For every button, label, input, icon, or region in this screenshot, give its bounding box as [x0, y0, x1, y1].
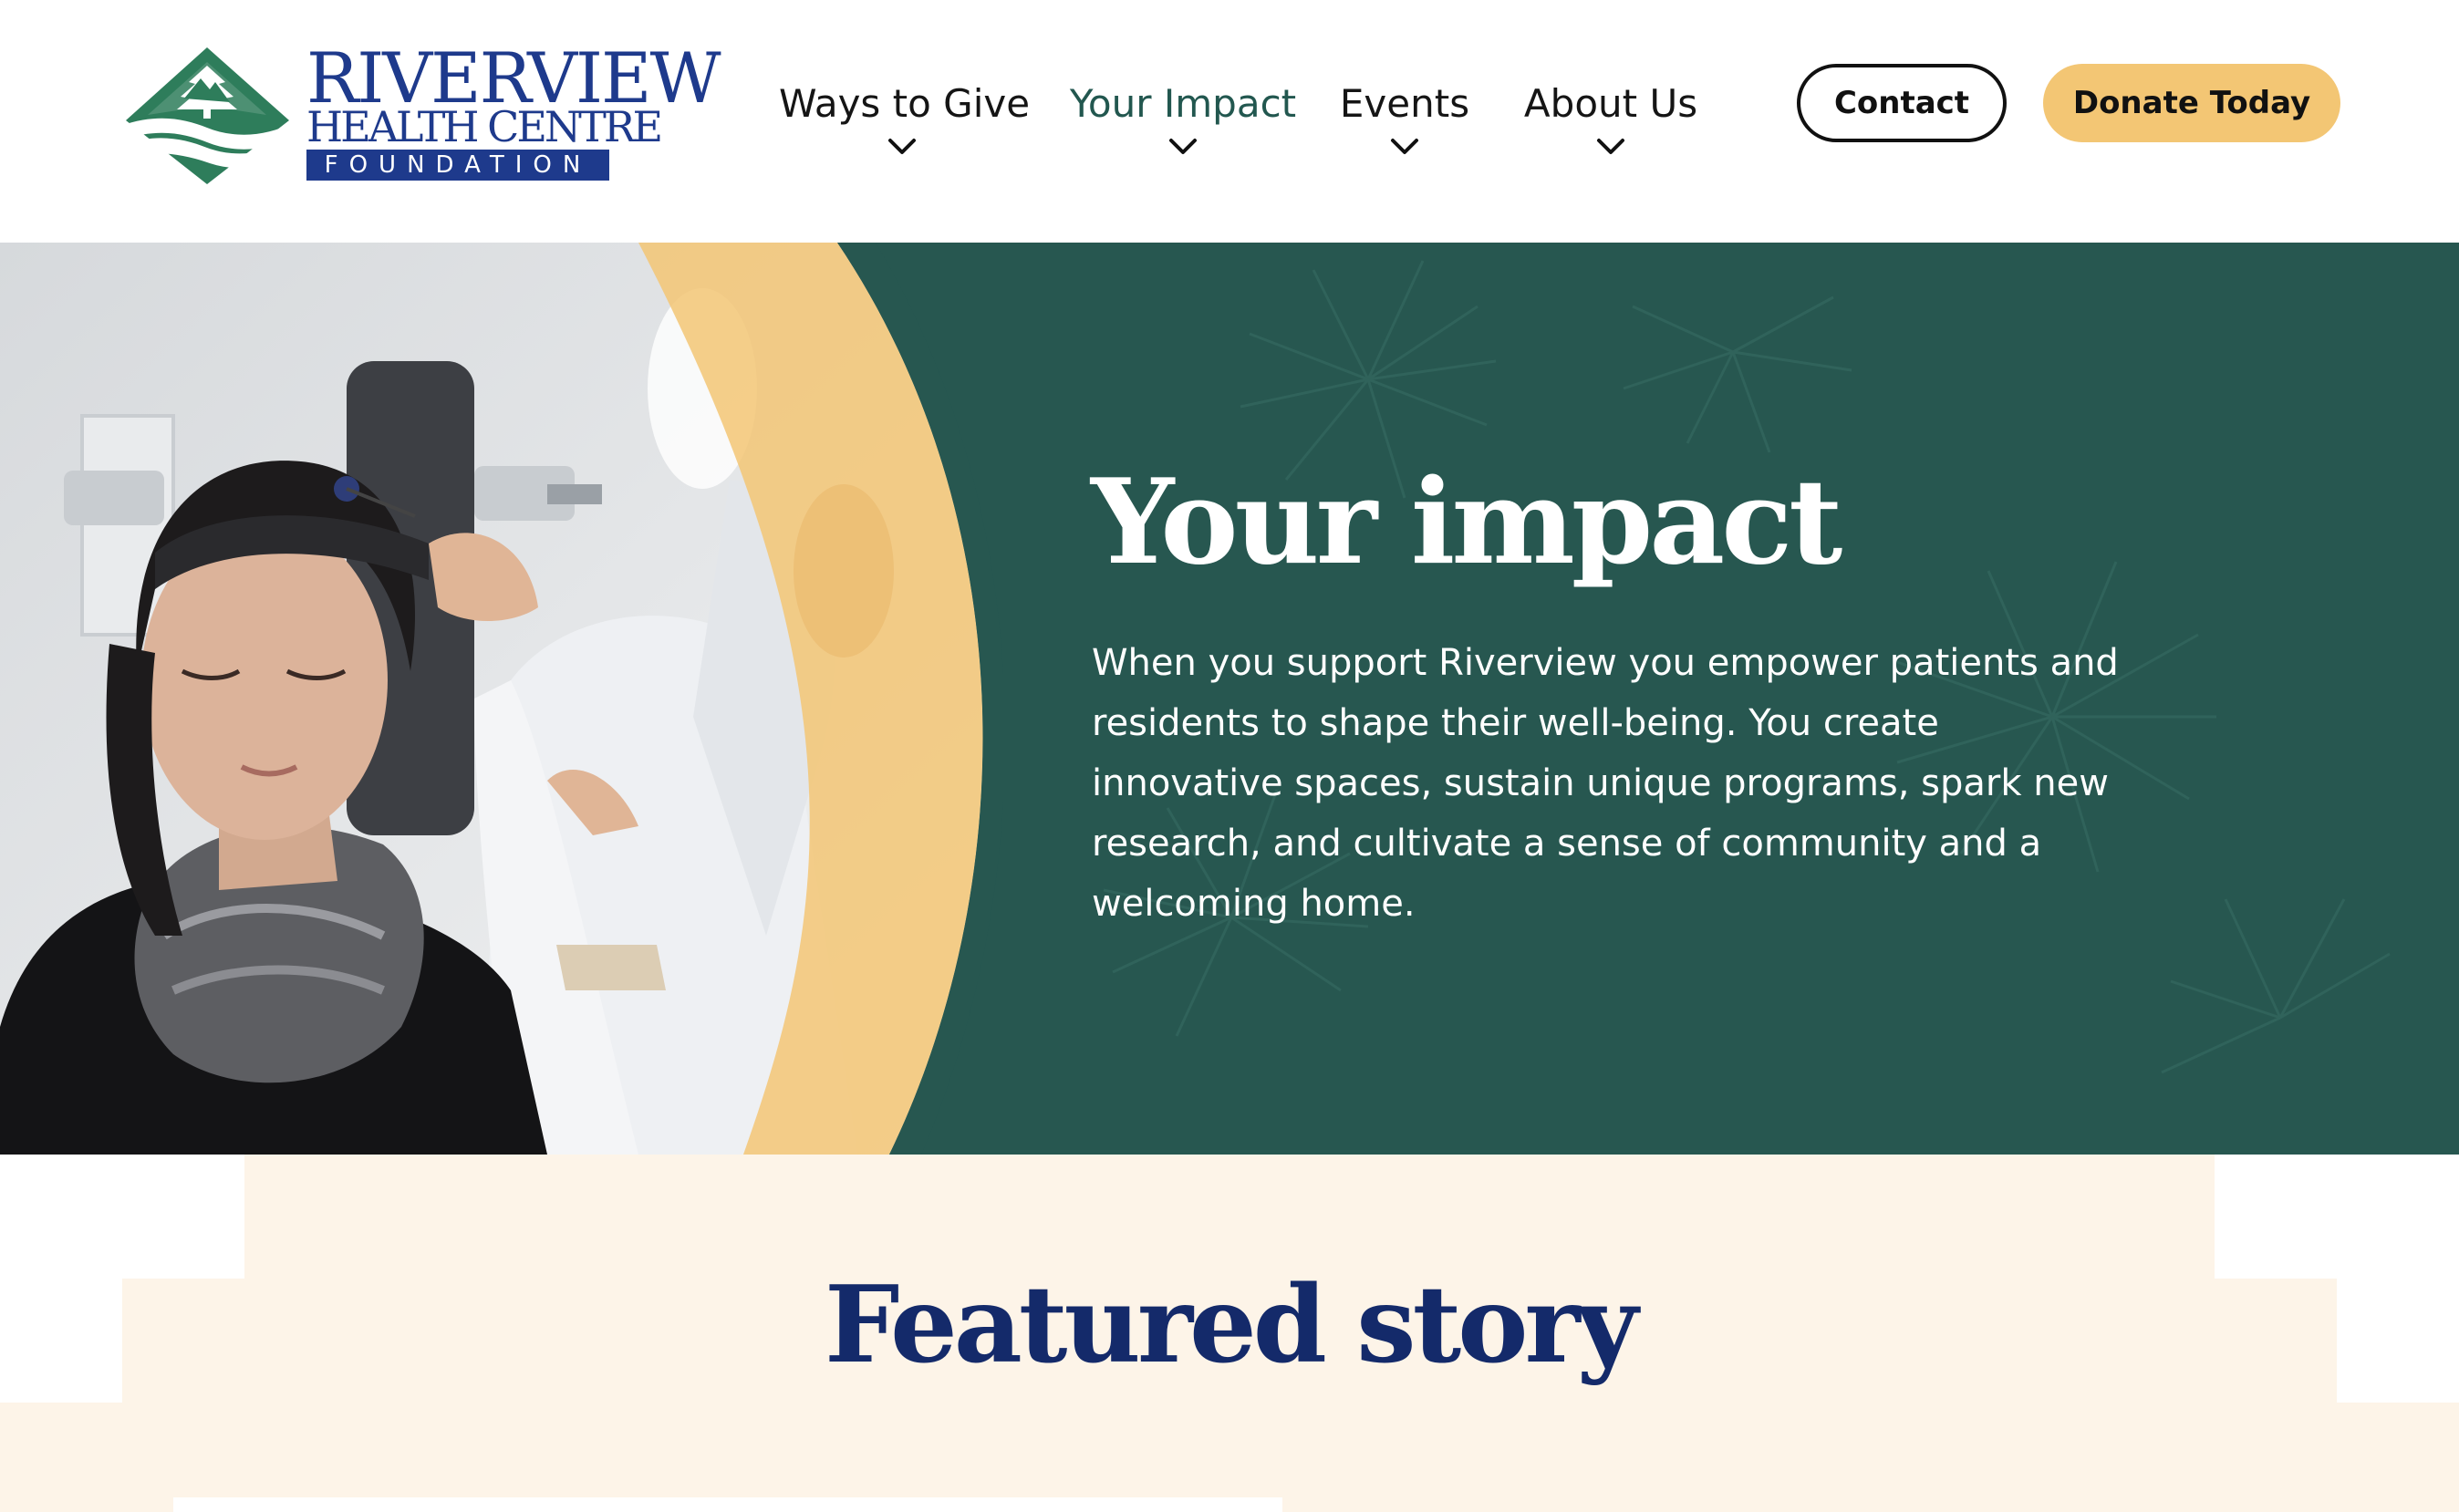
nav-item-label: Events [1339, 81, 1470, 126]
chevron-down-icon [1389, 135, 1420, 159]
chevron-down-icon [1595, 135, 1626, 159]
hero-photo-patient-treatment [0, 243, 1003, 1155]
logo-wordmark: RIVERVIEW HEALTH CENTRE FOUNDATION [306, 42, 721, 188]
leaf-river-emblem-icon [120, 47, 294, 184]
hero-section: Your impact When you support Riverview y… [0, 243, 2459, 1155]
hero-title: Your impact [1091, 454, 1842, 591]
site-logo[interactable]: RIVERVIEW HEALTH CENTRE FOUNDATION [120, 42, 721, 188]
nav-item-events[interactable]: Events [1339, 75, 1470, 175]
nav-item-label: Your Impact [1069, 81, 1297, 126]
nav-item-label: About Us [1523, 81, 1698, 126]
featured-story-section: Featured story [0, 1155, 2459, 1512]
featured-story-card[interactable] [173, 1497, 1282, 1512]
site-header: RIVERVIEW HEALTH CENTRE FOUNDATION Ways … [0, 0, 2459, 243]
donate-today-button[interactable]: Donate Today [2043, 64, 2340, 142]
chevron-down-icon [887, 135, 918, 159]
featured-story-heading: Featured story [824, 1263, 1638, 1387]
nav-item-ways-to-give[interactable]: Ways to Give [779, 75, 1031, 175]
logo-line-foundation: FOUNDATION [306, 150, 609, 181]
nav-item-your-impact[interactable]: Your Impact [1069, 75, 1297, 175]
hero-description: When you support Riverview you empower p… [1092, 642, 2119, 925]
logo-line-health-centre: HEALTH CENTRE [306, 102, 663, 151]
nav-item-label: Ways to Give [779, 81, 1031, 126]
nav-item-about-us[interactable]: About Us [1520, 75, 1702, 175]
chevron-down-icon [1167, 135, 1198, 159]
cream-panel-bottom [0, 1403, 2459, 1512]
contact-button[interactable]: Contact [1797, 64, 2007, 142]
